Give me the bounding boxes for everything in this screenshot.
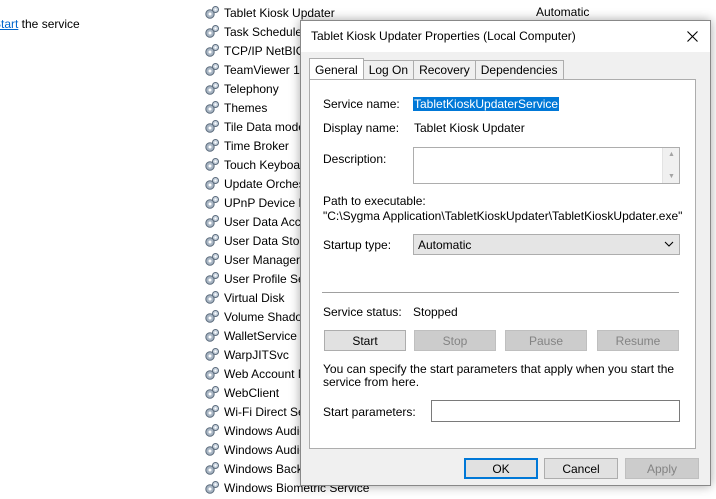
description-label: Description: [323,152,387,166]
scroll-down-icon[interactable]: ▼ [668,173,675,180]
start-service-line: Start the service [0,17,80,31]
cancel-button[interactable]: Cancel [544,458,618,479]
startup-type-label: Startup type: [323,238,392,252]
service-name: WebClient [224,385,280,400]
service-gear-icon [204,138,220,154]
service-gear-icon [204,328,220,344]
service-name: WarpJITSvc [224,347,289,362]
service-gear-icon [204,385,220,401]
separator [322,292,679,293]
service-row[interactable]: Themes [204,98,267,117]
tab-bar: General Log On Recovery Dependencies [309,58,564,79]
dialog-titlebar[interactable]: Tablet Kiosk Updater Properties (Local C… [301,21,710,52]
service-gear-icon [204,423,220,439]
service-status-label: Service status: [323,305,402,319]
service-gear-icon [204,442,220,458]
service-gear-icon [204,195,220,211]
service-gear-icon [204,252,220,268]
start-service-link[interactable]: Start [0,17,18,31]
startup-type-value: Automatic [418,238,472,252]
service-row[interactable]: WarpJITSvc [204,345,289,364]
service-name-label: Service name: [323,97,400,111]
service-row[interactable]: WebClient [204,383,279,402]
path-label: Path to executable: [323,194,426,208]
service-gear-icon [204,271,220,287]
service-name: Time Broker [224,138,289,153]
service-row[interactable]: Telephony [204,79,279,98]
service-name: Task Scheduler [224,24,307,39]
service-name: Virtual Disk [224,290,285,305]
service-row[interactable]: TeamViewer 10 [204,60,307,79]
close-button[interactable] [674,21,710,52]
service-gear-icon [204,24,220,40]
description-box[interactable]: ▲ ▼ [413,147,680,184]
service-name: Windows Audio [224,423,307,438]
service-gear-icon [204,461,220,477]
service-gear-icon [204,480,220,496]
close-icon [686,31,698,42]
service-gear-icon [204,119,220,135]
service-row[interactable]: WalletService [204,326,297,345]
service-gear-icon [204,290,220,306]
stop-button[interactable]: Stop [414,330,496,351]
start-service-suffix: the service [18,17,80,31]
service-gear-icon [204,100,220,116]
service-gear-icon [204,5,220,21]
service-row[interactable]: User Manager [204,250,300,269]
service-name: Tablet Kiosk Updater [224,5,335,20]
scroll-up-icon[interactable]: ▲ [668,151,675,158]
start-params-label: Start parameters: [323,405,416,419]
service-gear-icon [204,62,220,78]
service-name: Telephony [224,81,279,96]
service-row[interactable]: Time Broker [204,136,289,155]
service-name: Themes [224,100,268,115]
description-scrollbar[interactable]: ▲ ▼ [662,148,679,183]
service-gear-icon [204,233,220,249]
pause-button[interactable]: Pause [505,330,587,351]
service-description-pane: Start the service [0,0,200,486]
tab-general[interactable]: General [309,58,364,79]
tab-recovery[interactable]: Recovery [413,60,476,79]
apply-button[interactable]: Apply [625,458,699,479]
chevron-down-icon [664,241,674,247]
service-gear-icon [204,43,220,59]
service-row[interactable]: Virtual Disk [204,288,284,307]
service-gear-icon [204,157,220,173]
dialog-title: Tablet Kiosk Updater Properties (Local C… [311,29,576,43]
startup-type-select[interactable]: Automatic [413,234,680,255]
service-gear-icon [204,81,220,97]
properties-dialog: Tablet Kiosk Updater Properties (Local C… [300,20,711,486]
service-status-value: Stopped [413,305,458,319]
display-name-value[interactable]: Tablet Kiosk Updater [414,121,525,135]
service-row[interactable]: Windows Audio [204,421,306,440]
service-gear-icon [204,404,220,420]
general-tab-panel: Service name: TabletKioskUpdaterService … [309,79,696,449]
start-params-note: You can specify the start parameters tha… [323,362,675,389]
service-gear-icon [204,309,220,325]
service-gear-icon [204,347,220,363]
service-gear-icon [204,176,220,192]
service-name-value[interactable]: TabletKioskUpdaterService [413,97,560,111]
service-gear-icon [204,366,220,382]
service-startup-type: Automatic [536,5,590,19]
service-gear-icon [204,214,220,230]
service-name: WalletService [224,328,297,343]
service-name: TeamViewer 10 [224,62,307,77]
tab-dependencies[interactable]: Dependencies [474,60,564,79]
display-name-label: Display name: [323,121,400,135]
service-row[interactable]: Task Scheduler [204,22,306,41]
tab-log-on[interactable]: Log On [362,60,415,79]
start-button[interactable]: Start [324,330,406,351]
resume-button[interactable]: Resume [597,330,679,351]
path-value[interactable]: "C:\Sygma Application\TabletKioskUpdater… [323,209,682,223]
service-name: User Manager [224,252,301,267]
ok-button[interactable]: OK [464,458,538,479]
start-params-input[interactable] [431,400,680,422]
